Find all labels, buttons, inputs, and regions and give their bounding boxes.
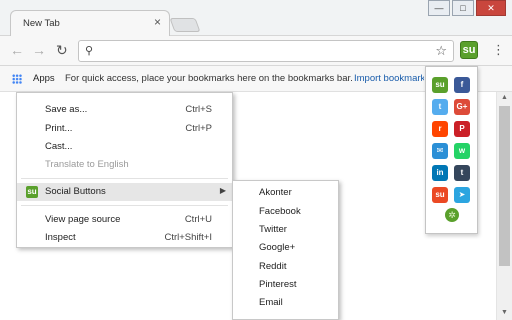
submenu-item-pinterest[interactable]: Pinterest [259,279,297,290]
scrollbar-thumb[interactable] [499,106,510,266]
menu-item-label: Translate to English [45,159,129,170]
google-plus-share-button[interactable]: G+ [454,99,470,115]
close-window-button[interactable]: ✕ [476,0,506,16]
menu-divider [21,178,228,179]
apps-label[interactable]: Apps [33,73,55,84]
submenu-item-twitter[interactable]: Twitter [259,224,287,235]
address-bar[interactable]: ⚲ ☆ [78,40,454,62]
reload-icon[interactable]: ↻ [56,42,68,59]
close-tab-icon[interactable]: × [154,15,161,29]
context-menu: Save as... Ctrl+S Print... Ctrl+P Cast..… [16,92,233,248]
menu-item-save-as[interactable]: Save as... Ctrl+S [17,101,232,119]
menu-item-print[interactable]: Print... Ctrl+P [17,120,232,138]
menu-item-inspect[interactable]: Inspect Ctrl+Shift+I [17,229,232,247]
menu-item-shortcut: Ctrl+U [184,214,212,225]
whatsapp-share-button[interactable]: w [454,143,470,159]
apps-grid-icon[interactable] [12,74,22,84]
share-popup: ✲ su f t G+ r P ✉ w in t su ➤ [425,66,478,234]
pinterest-share-button[interactable]: P [454,121,470,137]
menu-item-label: Inspect [45,232,76,243]
star-icon[interactable]: ☆ [435,43,447,59]
scroll-down-icon[interactable]: ▼ [501,309,508,316]
menu-icon[interactable]: ⋮ [492,42,505,58]
social-buttons-extension-icon[interactable]: su [460,41,478,59]
tab-new-tab[interactable]: New Tab × [10,10,170,38]
menu-item-label: Cast... [45,141,73,152]
menu-item-social-buttons[interactable]: su Social Buttons ▶ [17,183,232,201]
maximize-button[interactable]: □ [452,0,474,16]
new-tab-button[interactable] [169,18,201,32]
window-controls: — □ ✕ [426,0,506,16]
facebook-share-button[interactable]: f [454,77,470,93]
menu-item-cast[interactable]: Cast... [17,138,232,156]
menu-item-label: View page source [45,214,121,225]
menu-item-shortcut: Ctrl+Shift+I [164,232,212,243]
submenu-item-facebook[interactable]: Facebook [259,206,301,217]
menu-item-shortcut: Ctrl+P [185,123,212,134]
submenu-arrow-icon: ▶ [219,186,226,195]
menu-divider [21,205,228,206]
telegram-share-button[interactable]: ➤ [454,187,470,203]
menu-item-label: Print... [45,123,73,134]
tumblr-share-button[interactable]: t [454,165,470,181]
menu-item-view-source[interactable]: View page source Ctrl+U [17,211,232,229]
stumble-share-button[interactable]: su [432,187,448,203]
back-icon[interactable]: ← [10,42,24,58]
stumbleupon-icon: su [26,186,38,198]
linkedin-share-button[interactable]: in [432,165,448,181]
menu-item-label: Save as... [45,104,88,115]
reddit-share-button[interactable]: r [432,121,448,137]
import-bookmarks-link[interactable]: Import bookmarks [354,73,424,84]
submenu-item-akonter[interactable]: Akonter [259,187,292,198]
title-bar: New Tab × — □ ✕ [0,0,512,38]
forward-icon[interactable]: → [32,42,46,58]
twitter-share-button[interactable]: t [432,99,448,115]
minimize-button[interactable]: — [428,0,450,16]
menu-item-label: Social Buttons [45,186,106,197]
submenu-item-google-plus[interactable]: Google+ [259,242,295,253]
toolbar: ← → ↻ ⚲ ☆ su ⋮ [0,36,512,66]
settings-icon[interactable]: ✲ [445,208,459,222]
tab-title: New Tab [23,18,60,29]
menu-item-shortcut: Ctrl+S [185,104,212,115]
search-icon: ⚲ [85,45,94,57]
bookmarks-hint: For quick access, place your bookmarks h… [65,73,353,84]
scrollbar[interactable]: ▲ ▼ [496,92,512,320]
social-buttons-submenu: Akonter Facebook Twitter Google+ Reddit … [232,180,339,320]
submenu-item-reddit[interactable]: Reddit [259,261,286,272]
scroll-up-icon[interactable]: ▲ [501,94,508,101]
submenu-item-email[interactable]: Email [259,297,283,308]
menu-item-translate: Translate to English [17,156,232,174]
stumbleupon-share-button[interactable]: su [432,77,448,93]
email-share-button[interactable]: ✉ [432,143,448,159]
